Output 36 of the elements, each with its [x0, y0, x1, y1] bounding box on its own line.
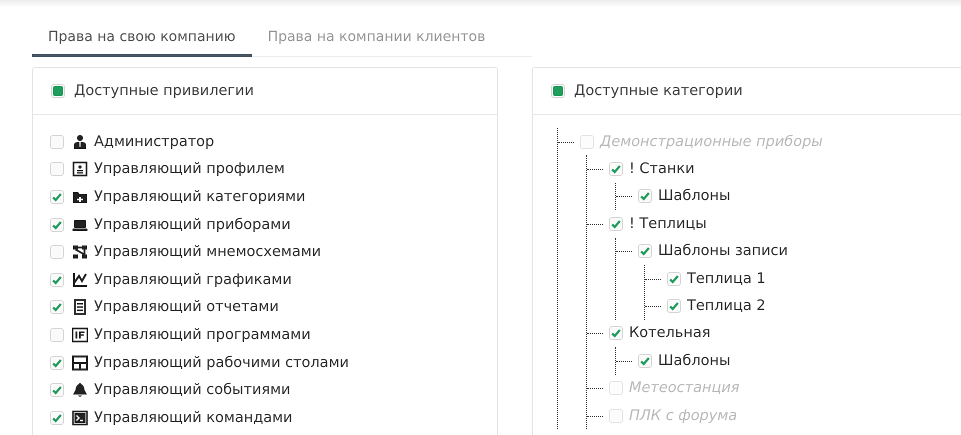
- tab[interactable]: Права на свою компанию: [32, 29, 252, 57]
- checkbox[interactable]: [50, 218, 64, 232]
- privilege-label: Управляющий категориями: [94, 188, 306, 205]
- privilege-label: Управляющий программами: [94, 326, 311, 343]
- checkbox[interactable]: [50, 134, 64, 149]
- privilege-label: Управляющий отчетами: [94, 299, 279, 316]
- checkbox[interactable]: [50, 328, 64, 342]
- privilege-label: Управляющий профилем: [94, 161, 285, 178]
- checkbox[interactable]: [50, 300, 64, 314]
- checkbox[interactable]: [50, 272, 64, 287]
- privilege-label: Управляющий мнемосхемами: [94, 244, 322, 260]
- bell-icon: [72, 382, 88, 398]
- layout-icon: [72, 354, 88, 371]
- select-all-checkbox[interactable]: [51, 84, 65, 98]
- privilege-label: Администратор: [94, 134, 214, 150]
- panel-title: Доступные категории: [574, 83, 743, 99]
- panel-title: Доступные привилегии: [74, 83, 254, 99]
- checkbox[interactable]: [50, 190, 64, 204]
- privilege-label: Управляющий командами: [94, 410, 292, 426]
- select-all-checkbox[interactable]: [551, 84, 565, 98]
- checkbox[interactable]: [50, 383, 64, 398]
- terminal-icon: [72, 410, 88, 426]
- checkbox[interactable]: [50, 245, 64, 260]
- checkbox[interactable]: [50, 162, 64, 176]
- if-block-icon: [72, 326, 88, 343]
- privilege-label: Управляющий рабочими столами: [94, 354, 349, 371]
- flowchart-icon: [72, 244, 88, 260]
- checkbox[interactable]: [50, 356, 64, 370]
- privilege-label: Управляющий приборами: [94, 216, 291, 233]
- privilege-label: Управляющий графиками: [94, 272, 292, 288]
- person-icon: [72, 134, 88, 150]
- checkbox[interactable]: [50, 410, 64, 425]
- privilege-label: Управляющий событиями: [94, 382, 290, 398]
- document-icon: [72, 299, 88, 316]
- chart-icon: [72, 272, 88, 288]
- id-card-icon: [72, 161, 88, 178]
